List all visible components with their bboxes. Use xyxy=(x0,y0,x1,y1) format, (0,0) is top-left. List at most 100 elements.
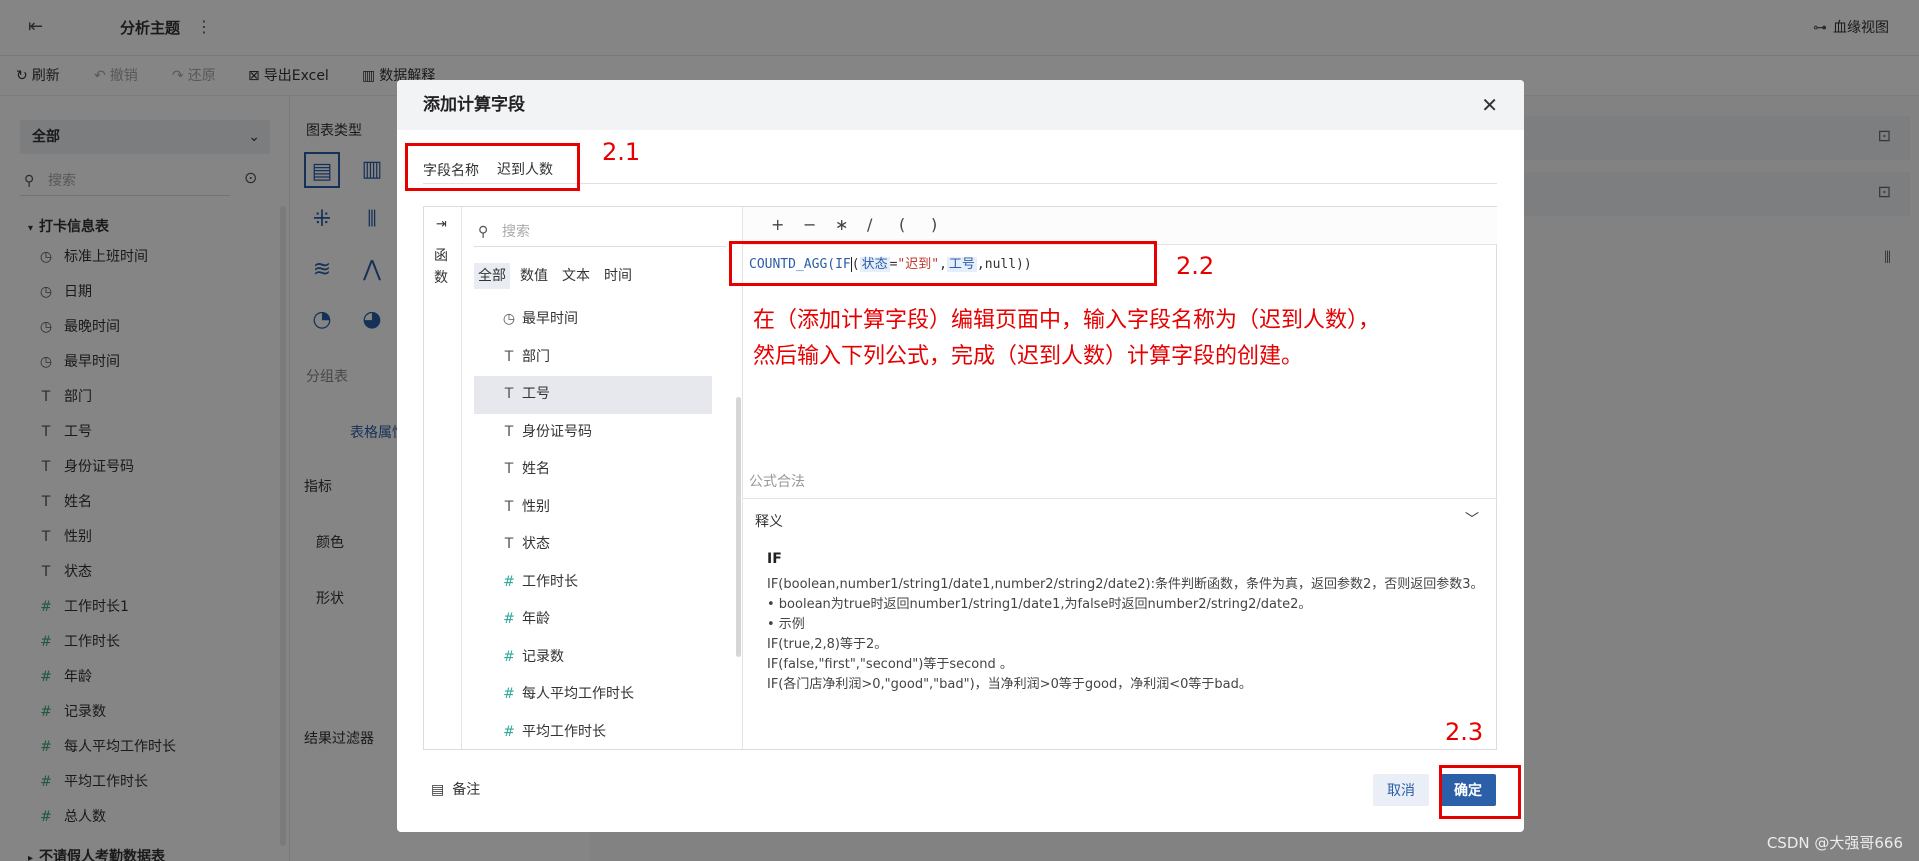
picker-field-label: 年龄 xyxy=(522,611,550,627)
text-icon: T xyxy=(504,536,514,552)
cancel-button[interactable]: 取消 xyxy=(1373,774,1429,806)
close-icon[interactable]: ✕ xyxy=(1481,80,1498,130)
picker-field-item[interactable]: T 姓名 xyxy=(474,451,712,489)
text-icon: T xyxy=(504,461,514,477)
explain-line-2: • boolean为true时返回number1/string1/date1,为… xyxy=(767,597,1312,612)
text-icon: T xyxy=(504,498,514,515)
formula-editor: ⇥ 函数 ⚲ 搜索 全部 数值 文本 时间 ◷ 最早时间 T 部门 T 工号 T 身份证号码 T 姓名 T… xyxy=(423,206,1497,750)
formula-open-paren: ( xyxy=(851,257,860,272)
field-name-input[interactable] xyxy=(497,156,797,182)
picker-field-item[interactable]: # 工作时长 xyxy=(474,564,712,602)
field-search-input[interactable]: ⚲ 搜索 xyxy=(474,217,726,247)
operator-button[interactable]: ) xyxy=(931,207,937,243)
calc-number-icon: # xyxy=(503,686,515,702)
dialog-footer: ▤ 备注 取消 确定 xyxy=(397,770,1524,832)
expand-panel-icon[interactable]: ⇥ xyxy=(436,217,447,232)
explanation-panel: 释义 ﹀ IF IF(boolean,number1/string1/date1… xyxy=(743,498,1497,749)
field-type-tab[interactable]: 时间 xyxy=(600,263,636,289)
text-icon: T xyxy=(504,386,514,402)
formula-area: + − ∗ / () COUNTD_AGG(IF(状态 ="迟到", 工号 ,null)) 在… xyxy=(742,207,1497,749)
formula-rest: ,null)) xyxy=(976,257,1032,272)
picker-field-label: 部门 xyxy=(522,348,550,365)
field-picker: ⚲ 搜索 全部 数值 文本 时间 ◷ 最早时间 T 部门 T 工号 T 身份证号码 T 姓名 T 性别 T 状态… xyxy=(462,207,742,749)
number-icon: # xyxy=(503,573,515,590)
annotation-label-2-2: 2.2 xyxy=(1176,252,1215,280)
operator-button[interactable]: ∗ xyxy=(835,207,848,243)
function-name: IF xyxy=(767,551,782,567)
field-list-scrollbar[interactable] xyxy=(736,397,741,657)
explain-line-1: IF(boolean,number1/string1/date1,number2… xyxy=(767,577,1484,592)
instruction-line-2: 然后输入下列公式，完成（迟到人数）计算字段的创建。 xyxy=(753,344,1304,369)
formula-validity: 公式合法 xyxy=(749,474,805,490)
formula-field-id: 工号 xyxy=(946,257,977,272)
operator-button[interactable]: − xyxy=(803,207,816,243)
explanation-title: 释义 xyxy=(755,514,783,530)
picker-field-label: 每人平均工作时长 xyxy=(522,686,634,702)
field-type-tab[interactable]: 数值 xyxy=(516,263,552,289)
explain-line-5: IF(false,"first","second")等于second 。 xyxy=(767,657,1013,672)
search-icon: ⚲ xyxy=(478,224,489,240)
note-button[interactable]: ▤ 备注 xyxy=(431,770,480,810)
instruction-line-1: 在（添加计算字段）编辑页面中，输入字段名称为（迟到人数）， xyxy=(753,308,1381,333)
explain-line-4: IF(true,2,8)等于2。 xyxy=(767,637,888,652)
watermark: CSDN @大强哥666 xyxy=(1766,834,1903,852)
clock-icon: ◷ xyxy=(502,311,516,327)
function-rail-label: 函数 xyxy=(434,248,448,286)
field-name-row: 字段名称 xyxy=(423,154,1497,184)
operator-button[interactable]: + xyxy=(771,207,784,243)
add-calculated-field-dialog: 添加计算字段 ✕ 字段名称 ⇥ 函数 ⚲ 搜索 全部数值文本时间 ◷最早时间T部… xyxy=(397,80,1524,832)
picker-field-label: 最早时间 xyxy=(522,311,578,327)
field-type-tab[interactable]: 文本 xyxy=(558,263,594,289)
picker-field-label: 姓名 xyxy=(522,461,550,477)
field-search-placeholder: 搜索 xyxy=(502,224,530,240)
picker-field-item[interactable]: T 状态 xyxy=(474,526,712,564)
picker-field-item[interactable]: T 工号 xyxy=(474,376,712,414)
number-icon: # xyxy=(503,611,515,627)
picker-field-item[interactable]: T 性别 xyxy=(474,489,712,527)
field-name-label: 字段名称 xyxy=(423,163,479,179)
picker-field-label: 平均工作时长 xyxy=(522,723,606,740)
picker-field-item[interactable]: # 平均工作时长 xyxy=(474,714,712,752)
picker-field-label: 状态 xyxy=(522,536,550,552)
chevron-down-icon[interactable]: ﹀ xyxy=(1465,509,1479,529)
annotation-label-2-1: 2.1 xyxy=(602,138,641,166)
picker-field-item[interactable]: # 年龄 xyxy=(474,601,712,639)
explain-line-3: • 示例 xyxy=(767,617,805,632)
operator-button[interactable]: ( xyxy=(899,207,905,243)
operator-bar: + − ∗ / () xyxy=(743,207,1497,245)
formula-if-keyword: IF xyxy=(835,257,851,272)
text-icon: T xyxy=(504,348,514,365)
calc-number-icon: # xyxy=(503,723,515,740)
annotation-label-2-3: 2.3 xyxy=(1445,718,1484,746)
picker-field-label: 身份证号码 xyxy=(522,423,592,440)
picker-field-label: 记录数 xyxy=(522,648,564,665)
note-label: 备注 xyxy=(452,782,481,798)
picker-field-label: 工作时长 xyxy=(522,573,578,590)
text-icon: T xyxy=(504,423,514,440)
formula-string: "迟到" xyxy=(897,257,940,272)
formula-function: COUNTD_AGG( xyxy=(749,257,836,272)
confirm-button[interactable]: 确定 xyxy=(1440,774,1496,806)
picker-field-item[interactable]: ◷ 最早时间 xyxy=(474,301,712,339)
note-icon: ▤ xyxy=(431,782,445,798)
formula-code[interactable]: COUNTD_AGG(IF(状态 ="迟到", 工号 ,null)) xyxy=(749,253,1032,272)
picker-field-item[interactable]: # 记录数 xyxy=(474,639,712,677)
picker-field-label: 工号 xyxy=(522,386,550,402)
field-type-tabs: 全部 数值 文本 时间 xyxy=(474,263,642,291)
operator-button[interactable]: / xyxy=(867,207,872,243)
picker-field-item[interactable]: T 部门 xyxy=(474,339,712,377)
field-picker-list: ◷ 最早时间 T 部门 T 工号 T 身份证号码 T 姓名 T 性别 T 状态 # 工作时长 # 年龄 # 记录数 # 每… xyxy=(474,301,712,751)
instruction-annotation: 在（添加计算字段）编辑页面中，输入字段名称为（迟到人数）， 然后输入下列公式，完… xyxy=(753,303,1493,375)
calc-number-icon: # xyxy=(503,648,515,665)
explanation-body: IF IF(boolean,number1/string1/date1,numb… xyxy=(767,549,1487,695)
dialog-header: 添加计算字段 ✕ xyxy=(397,80,1524,130)
formula-comma: , xyxy=(939,257,947,272)
picker-field-item[interactable]: T 身份证号码 xyxy=(474,414,712,452)
field-type-tab[interactable]: 全部 xyxy=(474,263,510,289)
formula-field-status: 状态 xyxy=(859,257,890,272)
dialog-title: 添加计算字段 xyxy=(423,95,525,115)
picker-field-item[interactable]: # 每人平均工作时长 xyxy=(474,676,712,714)
function-rail[interactable]: ⇥ 函数 xyxy=(424,207,462,749)
picker-field-label: 性别 xyxy=(522,498,550,515)
explain-line-6: IF(各门店净利润>0,"good","bad")，当净利润>0等于good，净… xyxy=(767,677,1252,692)
